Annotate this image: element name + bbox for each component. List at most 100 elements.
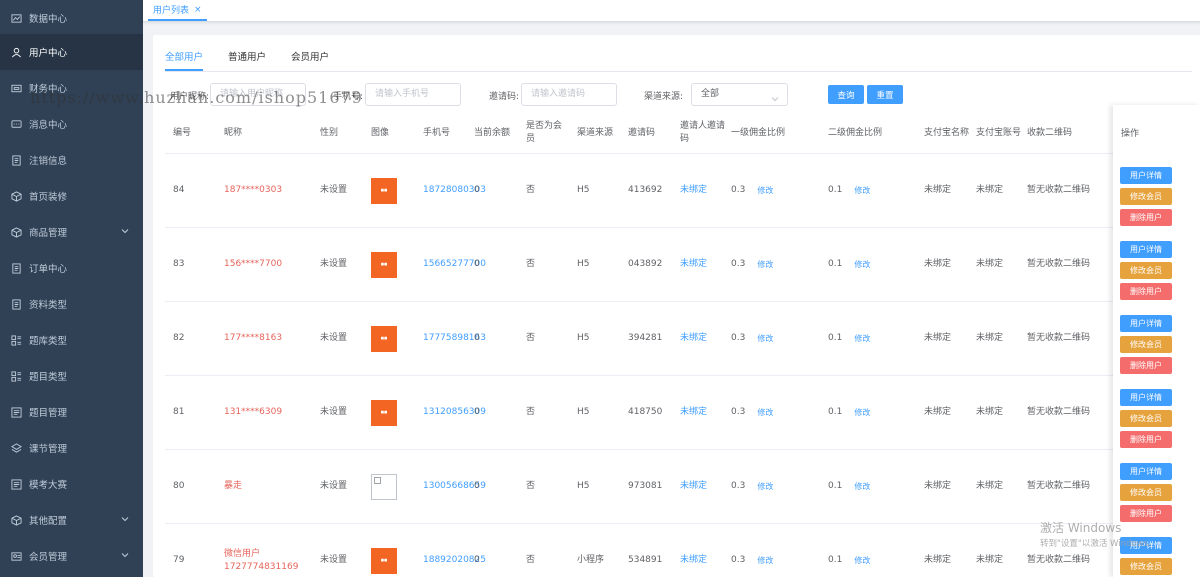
- list-icon: [10, 478, 22, 490]
- cell-rate1: 0.3 修改: [731, 450, 821, 523]
- cell-inviter[interactable]: 未绑定: [680, 524, 724, 577]
- sidebar-item[interactable]: 首页装修: [0, 178, 143, 214]
- cell-rate2: 0.1 修改: [828, 450, 918, 523]
- edit-rate2-link[interactable]: 修改: [854, 258, 870, 271]
- cell-qrcode: 暂无收款二维码: [1027, 481, 1091, 491]
- cell-nickname: 156****7700: [224, 259, 283, 269]
- edit-rate2-link[interactable]: 修改: [854, 332, 870, 345]
- edit-rate1-link[interactable]: 修改: [757, 406, 773, 419]
- cell-phone[interactable]: 18728080303: [423, 154, 486, 227]
- cell-alipay-name: 未绑定: [924, 481, 952, 491]
- tab-member-users[interactable]: 会员用户: [291, 45, 329, 71]
- user-detail-button[interactable]: 用户详情: [1120, 463, 1172, 480]
- rate1-value: 0.3: [731, 481, 746, 491]
- delete-user-button[interactable]: 删除用户: [1120, 209, 1172, 226]
- cell-phone[interactable]: 13005668659: [423, 450, 486, 523]
- cell-id: 81: [173, 407, 185, 417]
- sidebar-item-label: 课节管理: [29, 444, 68, 455]
- channel-select[interactable]: 全部: [691, 83, 788, 106]
- cell-gender: 未设置: [320, 185, 348, 195]
- tab-all-users[interactable]: 全部用户: [165, 45, 204, 71]
- th-ops: 操作: [1121, 129, 1140, 139]
- edit-member-button[interactable]: 修改会员: [1120, 484, 1172, 501]
- edit-rate2-link[interactable]: 修改: [854, 480, 870, 493]
- user-detail-button[interactable]: 用户详情: [1120, 389, 1172, 406]
- main-card: 全部用户 普通用户 会员用户 用户昵称: 请输入用户昵称 手机号: 请输入手机号…: [153, 35, 1200, 577]
- cell-invite-code: 973081: [628, 481, 663, 491]
- sidebar-item[interactable]: 课节管理: [0, 430, 143, 466]
- sidebar-item-label: 会员管理: [29, 552, 68, 563]
- sidebar-item[interactable]: 其他配置: [0, 502, 143, 538]
- sidebar-item[interactable]: 订单中心: [0, 250, 143, 286]
- cell-alipay-name: 未绑定: [924, 555, 952, 565]
- sidebar-item-label: 数据中心: [29, 14, 68, 25]
- cell-gender: 未设置: [320, 333, 348, 343]
- edit-rate1-link[interactable]: 修改: [757, 480, 773, 493]
- edit-rate1-link[interactable]: 修改: [757, 184, 773, 197]
- cell-inviter[interactable]: 未绑定: [680, 450, 724, 523]
- cell-phone[interactable]: 13120856309: [423, 376, 486, 449]
- cell-channel: H5: [577, 333, 590, 343]
- delete-user-button[interactable]: 删除用户: [1120, 357, 1172, 374]
- delete-user-button[interactable]: 删除用户: [1120, 431, 1172, 448]
- user-detail-button[interactable]: 用户详情: [1120, 167, 1172, 184]
- edit-member-button[interactable]: 修改会员: [1120, 188, 1172, 205]
- sidebar-item[interactable]: 用户中心: [0, 34, 143, 70]
- cell-qrcode: 暂无收款二维码: [1027, 185, 1091, 195]
- cell-inviter[interactable]: 未绑定: [680, 376, 724, 449]
- edit-rate1-link[interactable]: 修改: [757, 258, 773, 271]
- edit-rate1-link[interactable]: 修改: [757, 332, 773, 345]
- edit-rate1-link[interactable]: 修改: [757, 554, 773, 567]
- reset-button[interactable]: 重置: [867, 85, 903, 104]
- cell-rate2: 0.1 修改: [828, 302, 918, 375]
- cell-phone[interactable]: 15665277700: [423, 228, 486, 301]
- edit-rate2-link[interactable]: 修改: [854, 184, 870, 197]
- sidebar-item[interactable]: 资料类型: [0, 286, 143, 322]
- sidebar-item[interactable]: 注销信息: [0, 142, 143, 178]
- cell-phone[interactable]: 18892020825: [423, 524, 486, 577]
- cell-inviter[interactable]: 未绑定: [680, 228, 724, 301]
- cell-balance: 0: [474, 259, 480, 269]
- delete-user-button[interactable]: 删除用户: [1120, 505, 1172, 522]
- tab-user-list[interactable]: 用户列表 ×: [148, 0, 207, 21]
- close-icon[interactable]: ×: [194, 5, 202, 15]
- phone-input[interactable]: 请输入手机号: [365, 83, 461, 106]
- cell-alipay-account: 未绑定: [976, 481, 1004, 491]
- avatar: ■■: [371, 177, 397, 204]
- table-row: 81 131****6309 未设置 ■■ 13120856309 0 否 H5 418750 未…: [165, 376, 1192, 450]
- invite-code-input[interactable]: 请输入邀请码: [521, 83, 617, 106]
- sidebar-item[interactable]: 题目管理: [0, 394, 143, 430]
- edit-rate2-link[interactable]: 修改: [854, 554, 870, 567]
- cell-nickname: 187****0303: [224, 185, 283, 195]
- sidebar-item[interactable]: 数据中心: [0, 0, 143, 36]
- table-row: 82 177****8163 未设置 ■■ 17775898163 0 否 H5 394281 未…: [165, 302, 1192, 376]
- channel-label: 渠道来源:: [644, 92, 684, 102]
- edit-member-button[interactable]: 修改会员: [1120, 262, 1172, 279]
- cell-alipay-account: 未绑定: [976, 407, 1004, 417]
- cell-inviter[interactable]: 未绑定: [680, 154, 724, 227]
- sidebar-item[interactable]: 题目类型: [0, 358, 143, 394]
- sidebar-item[interactable]: 题库类型: [0, 322, 143, 358]
- edit-member-button[interactable]: 修改会员: [1120, 558, 1172, 575]
- sidebar-item[interactable]: 消息中心: [0, 106, 143, 142]
- cell-phone[interactable]: 17775898163: [423, 302, 486, 375]
- query-button[interactable]: 查询: [828, 85, 864, 104]
- edit-member-button[interactable]: 修改会员: [1120, 410, 1172, 427]
- th-inviter-code: 邀请人邀请码: [680, 121, 726, 144]
- edit-rate2-link[interactable]: 修改: [854, 406, 870, 419]
- cell-nickname: 暴走: [224, 481, 243, 491]
- delete-user-button[interactable]: 删除用户: [1120, 283, 1172, 300]
- user-detail-button[interactable]: 用户详情: [1120, 241, 1172, 258]
- edit-member-button[interactable]: 修改会员: [1120, 336, 1172, 353]
- user-icon: [10, 46, 22, 58]
- cell-inviter[interactable]: 未绑定: [680, 302, 724, 375]
- cell-id: 84: [173, 185, 185, 195]
- cell-rate1: 0.3 修改: [731, 302, 821, 375]
- cell-gender: 未设置: [320, 407, 348, 417]
- sidebar-item[interactable]: 模考大赛: [0, 466, 143, 502]
- sidebar-item[interactable]: 会员管理: [0, 538, 143, 574]
- sidebar-item[interactable]: 商品管理: [0, 214, 143, 250]
- th-gender: 性别: [320, 127, 339, 138]
- user-detail-button[interactable]: 用户详情: [1120, 315, 1172, 332]
- tab-normal-users[interactable]: 普通用户: [228, 45, 266, 71]
